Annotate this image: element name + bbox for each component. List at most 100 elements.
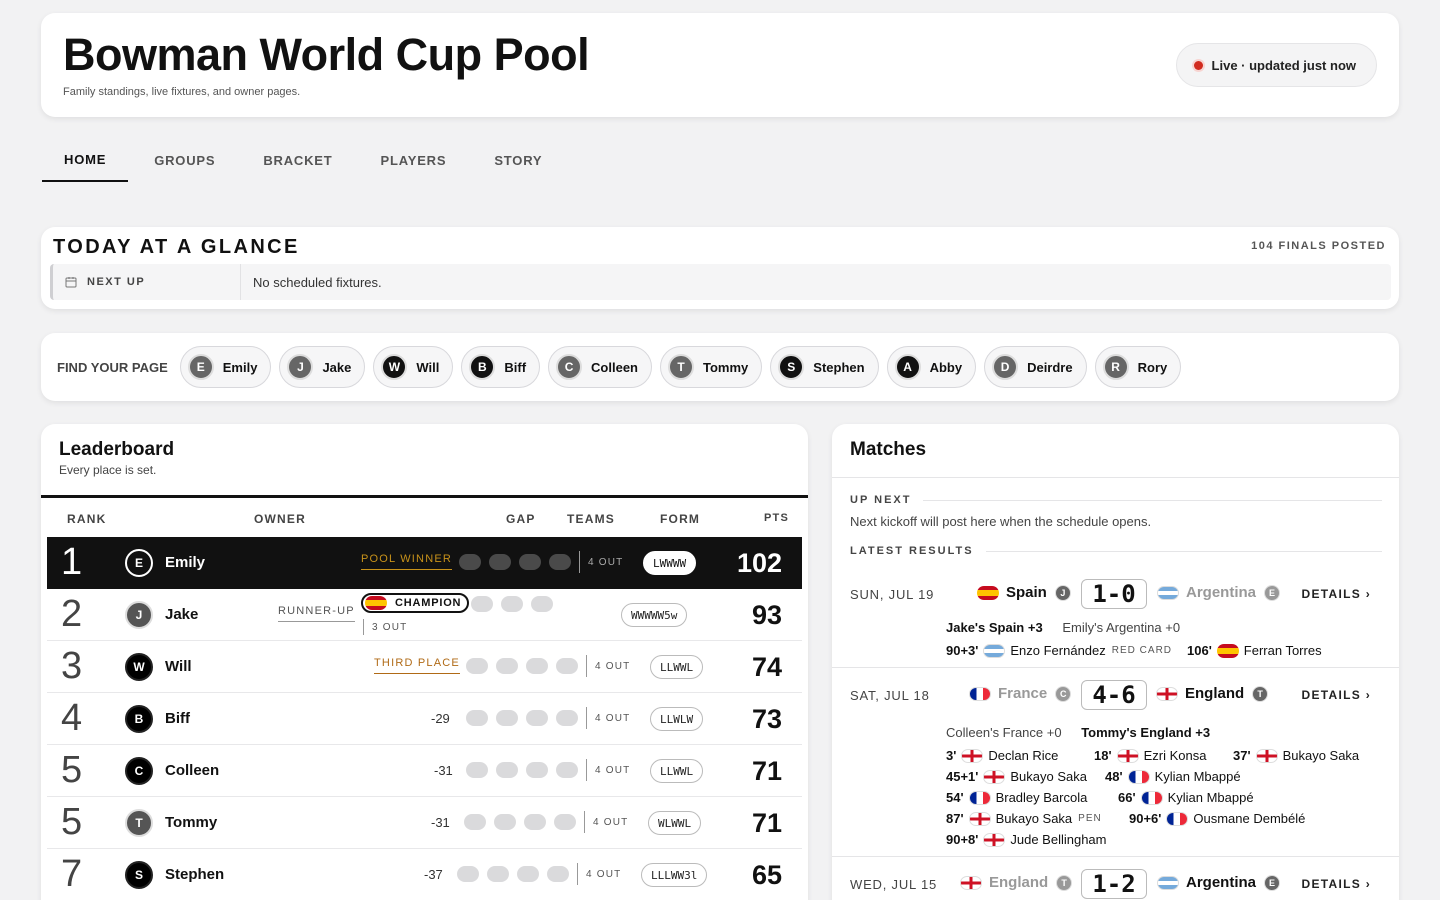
match-event: 66' Kylian Mbappé — [1118, 790, 1254, 805]
home-team[interactable]: France C — [962, 685, 1072, 702]
owner-name[interactable]: Colleen — [165, 762, 219, 779]
event-player: Bradley Barcola — [995, 790, 1088, 805]
owner-name[interactable]: Biff — [165, 710, 190, 727]
teams-out: 4 OUT — [595, 661, 631, 672]
team-flag-icon — [556, 762, 578, 778]
team-flag-icon — [549, 554, 571, 570]
next-up-value: No scheduled fixtures. — [253, 274, 382, 290]
match-card[interactable]: SAT, JUL 18 France C 4-6 England T DETAI… — [832, 668, 1399, 857]
team-flag-icon — [464, 814, 486, 830]
details-link[interactable]: DETAILS › — [1302, 877, 1371, 891]
team-flag-icon — [547, 866, 569, 882]
team-flag-icon — [466, 658, 488, 674]
table-row[interactable]: 1 E Emily POOL WINNER 4 OUT LWWWW 102 — [47, 537, 802, 589]
header-card: Bowman World Cup Pool Family standings, … — [41, 13, 1399, 117]
away-team[interactable]: England T — [1149, 685, 1269, 702]
person-chip-stephen[interactable]: S Stephen — [770, 346, 879, 388]
home-team[interactable]: England T — [953, 874, 1073, 891]
event-player: Bukayo Saka — [1010, 769, 1087, 784]
person-name: Rory — [1137, 359, 1168, 375]
france-flag-icon — [968, 790, 991, 805]
team-flag-icon — [489, 554, 511, 570]
person-chip-jake[interactable]: J Jake — [279, 346, 366, 388]
tab-groups[interactable]: GROUPS — [132, 138, 237, 182]
owner-name[interactable]: Emily — [165, 554, 205, 571]
team-flag-icon — [466, 762, 488, 778]
away-team[interactable]: Argentina E — [1150, 584, 1281, 601]
matches-card: Matches UP NEXT Next kickoff will post h… — [832, 424, 1399, 900]
table-row[interactable]: 3 W Will THIRD PLACE 4 OUT LLWWL 74 — [47, 641, 802, 693]
person-chip-abby[interactable]: A Abby — [886, 346, 977, 388]
gap-value: -31 — [434, 763, 453, 778]
tab-story[interactable]: STORY — [472, 138, 564, 182]
owner-name[interactable]: Tommy — [165, 814, 217, 831]
details-link[interactable]: DETAILS › — [1302, 587, 1371, 601]
pool-winner-badge: POOL WINNER — [361, 553, 453, 570]
home-team[interactable]: Spain J — [970, 584, 1071, 601]
form-pill: WLWWL — [648, 811, 702, 835]
england-flag-icon — [1116, 748, 1139, 763]
rank-number: 7 — [61, 853, 83, 895]
form-pill: LLLWW3l — [641, 863, 708, 887]
person-chip-will[interactable]: W Will — [373, 346, 454, 388]
avatar: E — [187, 354, 214, 380]
gap-value: -31 — [431, 815, 450, 830]
person-chip-tommy[interactable]: T Tommy — [660, 346, 763, 388]
event-minute: 90+6' — [1129, 811, 1162, 826]
details-link[interactable]: DETAILS › — [1302, 688, 1371, 702]
team-name: England — [1185, 685, 1245, 702]
event-player: Enzo Fernández — [1010, 643, 1106, 658]
col-rank: RANK — [67, 512, 107, 526]
form-pill: WWWWW5w — [621, 603, 688, 627]
table-row[interactable]: 4 B Biff -29 4 OUT LLWLW 73 — [47, 693, 802, 745]
table-row[interactable]: 5 T Tommy -31 4 OUT WLWWL 71 — [47, 797, 802, 849]
champion-label: CHAMPION — [395, 597, 462, 609]
away-team[interactable]: Argentina E — [1150, 874, 1281, 891]
table-row[interactable]: 2 J Jake RUNNER-UP CHAMPION 3 OUT WWWWW5… — [47, 589, 802, 641]
person-chip-colleen[interactable]: C Colleen — [548, 346, 653, 388]
event-minute: 18' — [1094, 748, 1112, 763]
person-chip-biff[interactable]: B Biff — [461, 346, 541, 388]
person-chip-rory[interactable]: R Rory — [1094, 346, 1182, 388]
england-flag-icon — [961, 748, 984, 763]
team-flag-icon — [496, 710, 518, 726]
person-chip-emily[interactable]: E Emily — [179, 346, 272, 388]
leaderboard-subtitle: Every place is set. — [59, 463, 157, 477]
owner-name[interactable]: Will — [165, 658, 192, 675]
team-flag-icon — [459, 554, 481, 570]
owner-badge: E — [1264, 874, 1281, 891]
avatar: T — [125, 809, 153, 837]
col-gap: GAP — [506, 512, 536, 526]
tab-bracket[interactable]: BRACKET — [241, 138, 354, 182]
person-chip-deirdre[interactable]: D Deirdre — [984, 346, 1087, 388]
table-row[interactable]: 7 S Stephen -37 4 OUT LLLWW3l 65 — [47, 849, 802, 900]
team-name: France — [998, 685, 1048, 702]
up-next-note: Next kickoff will post here when the sch… — [850, 514, 1152, 529]
tab-players[interactable]: PLAYERS — [359, 138, 469, 182]
match-card[interactable]: SUN, JUL 19 Spain J 1-0 Argentina E DETA… — [832, 567, 1399, 668]
event-minute: 3' — [946, 748, 957, 763]
avatar: S — [125, 861, 153, 889]
event-minute: 87' — [946, 811, 964, 826]
spain-flag-icon — [365, 596, 387, 610]
event-minute: 45+1' — [946, 769, 979, 784]
tab-home[interactable]: HOME — [42, 138, 129, 182]
table-row[interactable]: 5 C Colleen -31 4 OUT LLWWL 71 — [47, 745, 802, 797]
latest-results-label: LATEST RESULTS — [850, 545, 974, 557]
owner-name[interactable]: Jake — [165, 606, 198, 623]
col-form: FORM — [660, 512, 701, 526]
form-pill: LWWWW — [643, 551, 697, 575]
team-flags — [471, 596, 561, 612]
france-flag-icon — [1140, 790, 1163, 805]
finals-count: 104 FINALS POSTED — [1251, 240, 1386, 252]
divider — [586, 707, 587, 729]
leaderboard-card: Leaderboard Every place is set. RANK OWN… — [41, 424, 808, 900]
event-minute: 54' — [946, 790, 964, 805]
next-up-row: NEXT UP No scheduled fixtures. — [50, 264, 1391, 300]
owner-badge: J — [1054, 584, 1071, 601]
match-card[interactable]: WED, JUL 15 England T 1-2 Argentina E DE… — [832, 857, 1399, 900]
rank-number: 2 — [61, 593, 83, 635]
owner-name[interactable]: Stephen — [165, 866, 224, 883]
matches-title: Matches — [850, 439, 927, 460]
runner-up-badge: RUNNER-UP — [278, 605, 355, 622]
